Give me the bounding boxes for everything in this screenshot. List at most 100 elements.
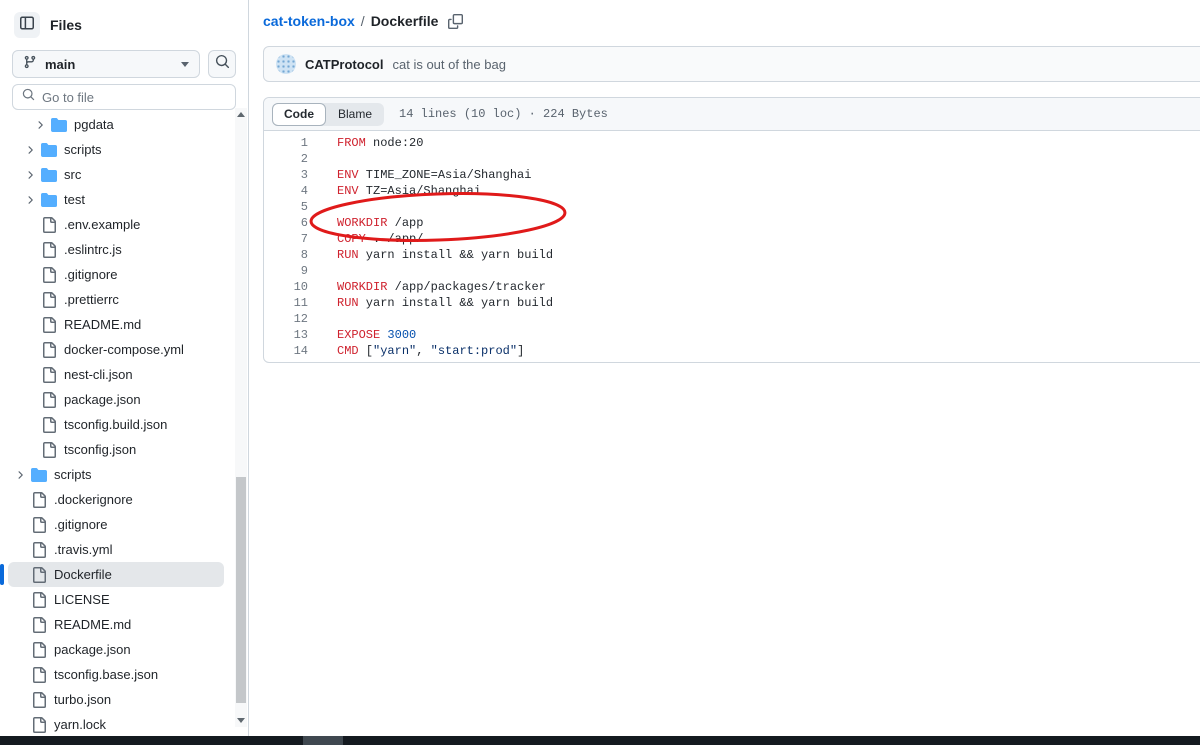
scroll-down-arrow[interactable] — [235, 714, 247, 727]
tree-item-README.md[interactable]: README.md — [8, 612, 224, 637]
tree-item-.gitignore[interactable]: .gitignore — [8, 512, 224, 537]
file-icon — [41, 217, 57, 233]
collapse-sidebar-button[interactable] — [14, 12, 40, 38]
file-icon — [31, 617, 47, 633]
tree-item-label: .eslintrc.js — [64, 242, 122, 257]
chevron-right-icon[interactable] — [24, 194, 41, 206]
line-number[interactable]: 10 — [264, 279, 308, 295]
line-number[interactable]: 1 — [264, 135, 308, 151]
tree-item-.eslintrc.js[interactable]: .eslintrc.js — [8, 237, 224, 262]
folder-icon — [51, 117, 67, 133]
line-number[interactable]: 4 — [264, 183, 308, 199]
line-content: COPY . /app/ — [308, 231, 423, 247]
file-icon — [41, 267, 57, 283]
line-content — [308, 151, 337, 167]
code-view: 1FROM node:2023ENV TIME_ZONE=Asia/Shangh… — [264, 131, 1200, 359]
tree-item-nest-cli.json[interactable]: nest-cli.json — [8, 362, 224, 387]
line-content: ENV TIME_ZONE=Asia/Shanghai — [308, 167, 531, 183]
file-icon — [41, 317, 57, 333]
line-number[interactable]: 14 — [264, 343, 308, 359]
scroll-up-arrow[interactable] — [235, 108, 247, 121]
tree-item-tsconfig.build.json[interactable]: tsconfig.build.json — [8, 412, 224, 437]
tree-item-docker-compose.yml[interactable]: docker-compose.yml — [8, 337, 224, 362]
tree-item-Dockerfile[interactable]: Dockerfile — [8, 562, 224, 587]
tree-item-yarn.lock[interactable]: yarn.lock — [8, 712, 224, 736]
tree-item-.travis.yml[interactable]: .travis.yml — [8, 537, 224, 562]
copy-path-button[interactable] — [448, 14, 463, 29]
chevron-right-icon[interactable] — [24, 144, 41, 156]
tree-item-tsconfig.json[interactable]: tsconfig.json — [8, 437, 224, 462]
tree-item-label: yarn.lock — [54, 717, 106, 732]
current-file-name: Dockerfile — [371, 13, 439, 29]
tree-item-.env.example[interactable]: .env.example — [8, 212, 224, 237]
line-number[interactable]: 11 — [264, 295, 308, 311]
file-toolbar: Code Blame 14 lines (10 loc) · 224 Bytes — [264, 98, 1200, 131]
horizontal-scrollbar — [0, 736, 1200, 745]
line-number[interactable]: 13 — [264, 327, 308, 343]
tree-item-README.md[interactable]: README.md — [8, 312, 224, 337]
line-content — [308, 199, 337, 215]
file-icon — [41, 342, 57, 358]
tree-item-package.json[interactable]: package.json — [8, 387, 224, 412]
file-browser-page: Files main — [0, 0, 1200, 745]
tree-item-src[interactable]: src — [8, 162, 224, 187]
line-number[interactable]: 7 — [264, 231, 308, 247]
folder-icon — [41, 192, 57, 208]
chevron-right-icon[interactable] — [24, 169, 41, 181]
tree-item-turbo.json[interactable]: turbo.json — [8, 687, 224, 712]
repo-link[interactable]: cat-token-box — [263, 13, 355, 29]
scrollbar-thumb[interactable] — [236, 477, 246, 703]
tree-item-label: .prettierrc — [64, 292, 119, 307]
file-icon — [31, 542, 47, 558]
code-line: 8RUN yarn install && yarn build — [264, 247, 1200, 263]
line-number[interactable]: 5 — [264, 199, 308, 215]
line-content: EXPOSE 3000 — [308, 327, 416, 343]
tab-code[interactable]: Code — [272, 103, 326, 126]
tree-item-test[interactable]: test — [8, 187, 224, 212]
tree-item-scripts[interactable]: scripts — [8, 462, 224, 487]
commit-message[interactable]: cat is out of the bag — [392, 57, 505, 72]
tab-blame[interactable]: Blame — [326, 103, 384, 126]
horizontal-scrollbar-thumb[interactable] — [303, 736, 343, 745]
chevron-down-icon — [181, 62, 189, 67]
tree-item-tsconfig.base.json[interactable]: tsconfig.base.json — [8, 662, 224, 687]
tree-item-scripts[interactable]: scripts — [8, 137, 224, 162]
line-content — [308, 263, 337, 279]
tree-item-.prettierrc[interactable]: .prettierrc — [8, 287, 224, 312]
code-line: 12 — [264, 311, 1200, 327]
line-number[interactable]: 3 — [264, 167, 308, 183]
code-line: 9 — [264, 263, 1200, 279]
tree-item-.dockerignore[interactable]: .dockerignore — [8, 487, 224, 512]
file-icon — [41, 292, 57, 308]
search-icon — [215, 54, 230, 74]
tree-item-label: .env.example — [64, 217, 140, 232]
tree-item-label: .travis.yml — [54, 542, 113, 557]
code-line: 11RUN yarn install && yarn build — [264, 295, 1200, 311]
tree-item-label: package.json — [54, 642, 131, 657]
git-branch-icon — [23, 55, 37, 74]
sidebar-title: Files — [50, 17, 82, 33]
go-to-file-input[interactable] — [42, 90, 226, 105]
tree-item-pgdata[interactable]: pgdata — [8, 112, 224, 137]
tree-item-package.json[interactable]: package.json — [8, 637, 224, 662]
branch-name: main — [45, 57, 173, 72]
chevron-right-icon[interactable] — [14, 469, 31, 481]
commit-author[interactable]: CATProtocol — [305, 57, 383, 72]
breadcrumb: cat-token-box / Dockerfile — [249, 0, 1200, 29]
search-button[interactable] — [208, 50, 236, 78]
branch-selector[interactable]: main — [12, 50, 200, 78]
chevron-right-icon[interactable] — [34, 119, 51, 131]
line-number[interactable]: 6 — [264, 215, 308, 231]
tree-item-LICENSE[interactable]: LICENSE — [8, 587, 224, 612]
line-number[interactable]: 9 — [264, 263, 308, 279]
line-number[interactable]: 12 — [264, 311, 308, 327]
tree-item-label: src — [64, 167, 81, 182]
file-icon — [31, 667, 47, 683]
line-number[interactable]: 8 — [264, 247, 308, 263]
line-number[interactable]: 2 — [264, 151, 308, 167]
file-icon — [41, 417, 57, 433]
latest-commit-bar[interactable]: CATProtocol cat is out of the bag — [263, 46, 1200, 82]
folder-icon — [41, 142, 57, 158]
tree-item-label: .dockerignore — [54, 492, 133, 507]
tree-item-.gitignore[interactable]: .gitignore — [8, 262, 224, 287]
